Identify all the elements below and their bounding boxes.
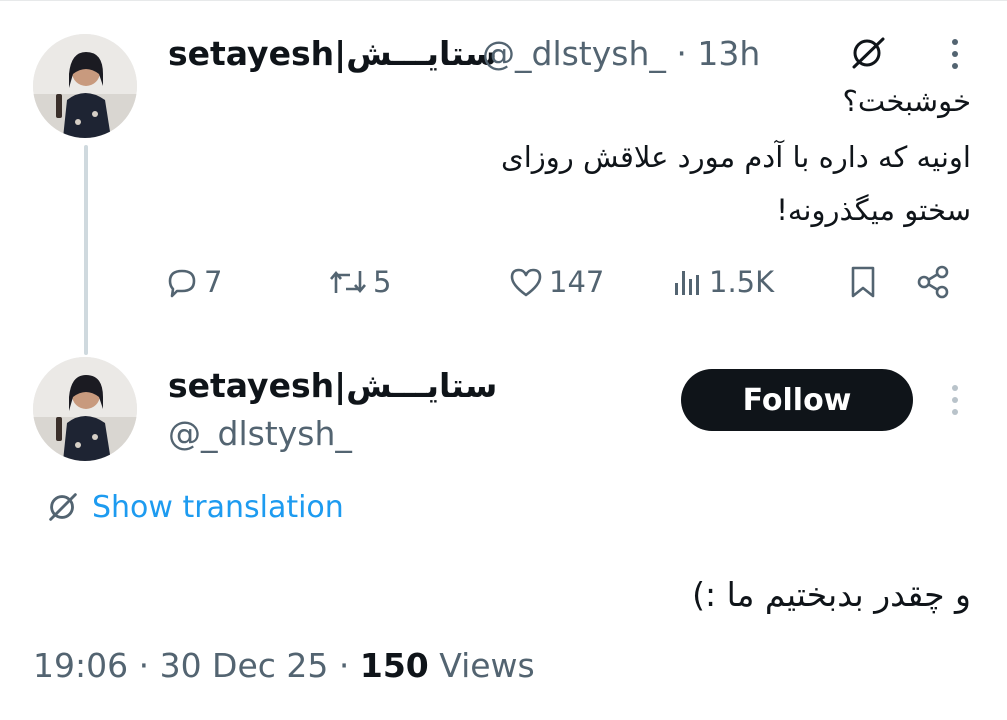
show-translation-label: Show translation: [92, 489, 344, 525]
like-button[interactable]: 147: [508, 262, 604, 302]
grok-icon[interactable]: [848, 33, 888, 77]
handle[interactable]: @_dlstysh_: [482, 34, 666, 73]
translate-icon: [49, 493, 77, 521]
date-time[interactable]: 19:06 · 30 Dec 25 ·: [33, 646, 360, 685]
timestamp[interactable]: 13h: [697, 34, 760, 73]
share-button[interactable]: [915, 262, 951, 302]
tweet-text-line-2: اونیه که داره با آدم مورد علاقش روزای: [501, 140, 971, 174]
follow-button[interactable]: Follow: [681, 369, 913, 431]
share-icon: [917, 265, 949, 299]
bookmark-icon: [851, 266, 875, 298]
reply-handle[interactable]: @_dlstysh_: [168, 414, 352, 453]
show-translation-link[interactable]: Show translation: [44, 488, 344, 526]
reply-display-name[interactable]: setayesh|ستایـــش: [168, 366, 497, 405]
reply-more-icon[interactable]: [945, 382, 965, 422]
reply-avatar[interactable]: [33, 357, 137, 461]
display-name[interactable]: setayesh|ستایـــش: [168, 34, 497, 73]
repost-icon: [330, 270, 366, 294]
reply-icon: [168, 269, 196, 298]
views-button[interactable]: 1.5K: [672, 262, 774, 302]
reply-button[interactable]: 7: [165, 262, 222, 302]
tweet-text-line-3: سختو میگذرونه!: [776, 193, 971, 227]
bookmark-button[interactable]: [848, 262, 878, 302]
reply-text: و چقدر بدبختیم ما :): [692, 575, 971, 614]
reply-count: 7: [204, 265, 223, 299]
views-number: 150: [359, 646, 429, 685]
repost-count: 5: [373, 265, 392, 299]
tweet-meta: @_dlstysh_ · 13h: [482, 34, 760, 73]
tweet-text-line-1: خوشبخت؟: [842, 84, 971, 118]
more-icon[interactable]: [945, 36, 965, 76]
like-count: 147: [549, 265, 605, 299]
repost-button[interactable]: 5: [328, 262, 391, 302]
top-divider: [0, 0, 1007, 1]
views-label: Views: [428, 646, 535, 685]
like-icon: [510, 268, 542, 297]
thread-connector: [84, 145, 88, 355]
avatar[interactable]: [33, 34, 137, 138]
separator: ·: [676, 34, 687, 73]
views-count: 1.5K: [709, 265, 775, 299]
tweet-footer: 19:06 · 30 Dec 25 · 150 Views: [33, 646, 535, 685]
views-icon: [675, 271, 699, 295]
